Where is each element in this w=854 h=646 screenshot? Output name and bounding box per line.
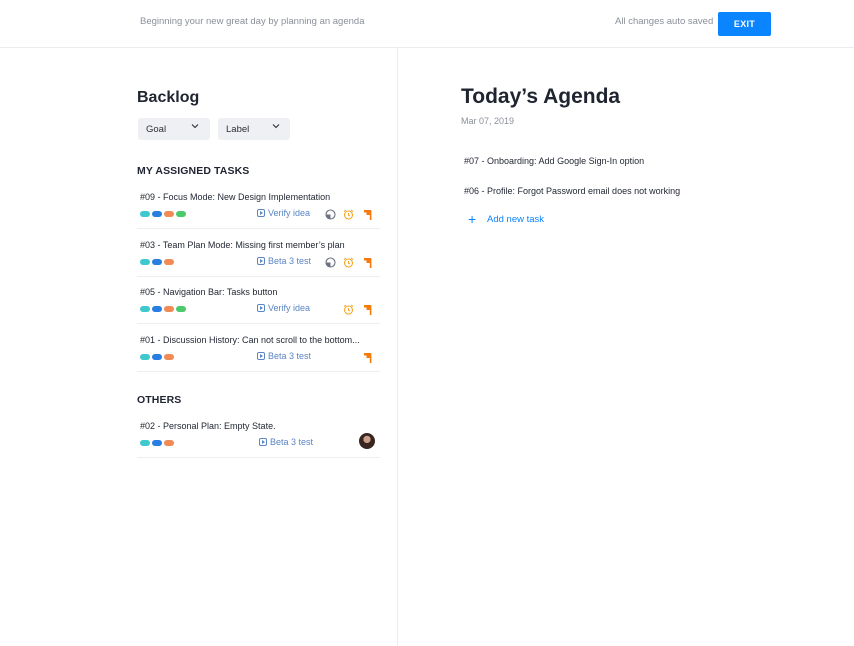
task-card[interactable]: #09 - Focus Mode: New Design Implementat…	[137, 187, 380, 229]
goal-tag-pill	[152, 211, 162, 217]
task-label-text: Verify idea	[268, 303, 311, 313]
goal-tag-pill	[140, 211, 150, 217]
exit-button[interactable]: EXIT	[718, 12, 771, 36]
agenda-item[interactable]: #07 - Onboarding: Add Google Sign-In opt…	[464, 156, 644, 166]
agenda-item[interactable]: #06 - Profile: Forgot Password email doe…	[464, 186, 680, 196]
pie-chart-icon[interactable]	[325, 255, 336, 268]
play-square-icon	[257, 304, 265, 312]
alarm-clock-icon[interactable]	[343, 207, 354, 220]
alarm-clock-icon[interactable]	[343, 302, 354, 315]
goal-tag-pill	[176, 306, 186, 312]
task-title: #02 - Personal Plan: Empty State.	[140, 421, 276, 431]
others-heading: OTHERS	[137, 394, 182, 406]
goal-tag-pill	[164, 211, 174, 217]
task-label-link[interactable]: Verify idea	[257, 303, 310, 313]
label-filter-label: Label	[226, 124, 250, 135]
goal-tag-pill	[164, 440, 174, 446]
play-square-icon	[259, 438, 267, 446]
chevron-down-icon	[272, 124, 280, 129]
goal-tag-pill	[140, 258, 150, 265]
goal-tag-pill	[140, 353, 150, 360]
plus-icon: +	[468, 211, 477, 227]
task-label-link[interactable]: Beta 3 test	[257, 351, 311, 361]
flag-icon[interactable]	[362, 302, 373, 315]
task-card[interactable]: #03 - Team Plan Mode: Missing first memb…	[137, 235, 380, 277]
task-label-link[interactable]: Verify idea	[257, 208, 310, 218]
task-title: #01 - Discussion History: Can not scroll…	[140, 334, 360, 345]
add-new-task-label: Add new task	[487, 214, 545, 225]
goal-tag-pill	[140, 306, 150, 312]
flag-icon[interactable]	[362, 350, 373, 363]
goal-tag-pill	[164, 306, 174, 312]
goal-tag-pill	[152, 440, 162, 446]
task-label-text: Beta 3 test	[270, 437, 314, 447]
task-card[interactable]: #05 - Navigation Bar: Tasks button Verify…	[137, 282, 380, 324]
task-label-link[interactable]: Beta 3 test	[259, 437, 313, 447]
top-bar: Beginning your new great day by planning…	[0, 0, 854, 48]
goal-tags	[140, 353, 176, 360]
goal-tag-pill	[152, 258, 162, 265]
goal-tag-pill	[140, 440, 150, 446]
play-square-icon	[257, 256, 265, 265]
task-title: #09 - Focus Mode: New Design Implementat…	[140, 192, 331, 202]
task-card[interactable]: #01 - Discussion History: Can not scroll…	[137, 330, 380, 372]
task-title: #05 - Navigation Bar: Tasks button	[140, 287, 278, 297]
goal-tags	[140, 211, 188, 217]
task-title: #03 - Team Plan Mode: Missing first memb…	[140, 239, 345, 250]
alarm-clock-icon[interactable]	[343, 255, 354, 268]
task-label-text: Verify idea	[268, 208, 311, 218]
label-filter-dropdown[interactable]: Label	[218, 118, 290, 140]
goal-filter-dropdown[interactable]: Goal	[138, 118, 210, 140]
goal-tag-pill	[164, 353, 174, 360]
flag-icon[interactable]	[362, 255, 373, 268]
agenda-date: Mar 07, 2019	[461, 116, 515, 126]
assignee-avatar[interactable]	[359, 433, 375, 449]
play-square-icon	[257, 351, 265, 360]
tagline: Beginning your new great day by planning…	[140, 16, 365, 27]
goal-tag-pill	[164, 258, 174, 265]
goal-tags	[140, 440, 176, 446]
task-label-text: Beta 3 test	[268, 350, 312, 361]
backlog-title: Backlog	[137, 89, 200, 106]
assigned-tasks-heading: MY ASSIGNED TASKS	[137, 165, 250, 177]
goal-tag-pill	[176, 211, 186, 217]
goal-tag-pill	[152, 353, 162, 360]
task-card[interactable]: #02 - Personal Plan: Empty State. Beta 3 …	[137, 416, 380, 458]
chevron-down-icon	[191, 124, 199, 129]
add-new-task-button[interactable]: + Add new task	[468, 211, 545, 227]
task-label-text: Beta 3 test	[268, 255, 312, 266]
goal-filter-label: Goal	[146, 124, 167, 135]
pie-chart-icon[interactable]	[325, 207, 336, 220]
autosave-status: All changes auto saved	[615, 16, 714, 27]
panel-divider	[397, 48, 398, 646]
goal-tags	[140, 258, 176, 265]
play-square-icon	[257, 209, 265, 217]
agenda-title: Today’s Agenda	[461, 85, 621, 108]
task-label-link[interactable]: Beta 3 test	[257, 256, 311, 266]
goal-tags	[140, 306, 188, 312]
goal-tag-pill	[152, 306, 162, 312]
flag-icon[interactable]	[362, 207, 373, 220]
